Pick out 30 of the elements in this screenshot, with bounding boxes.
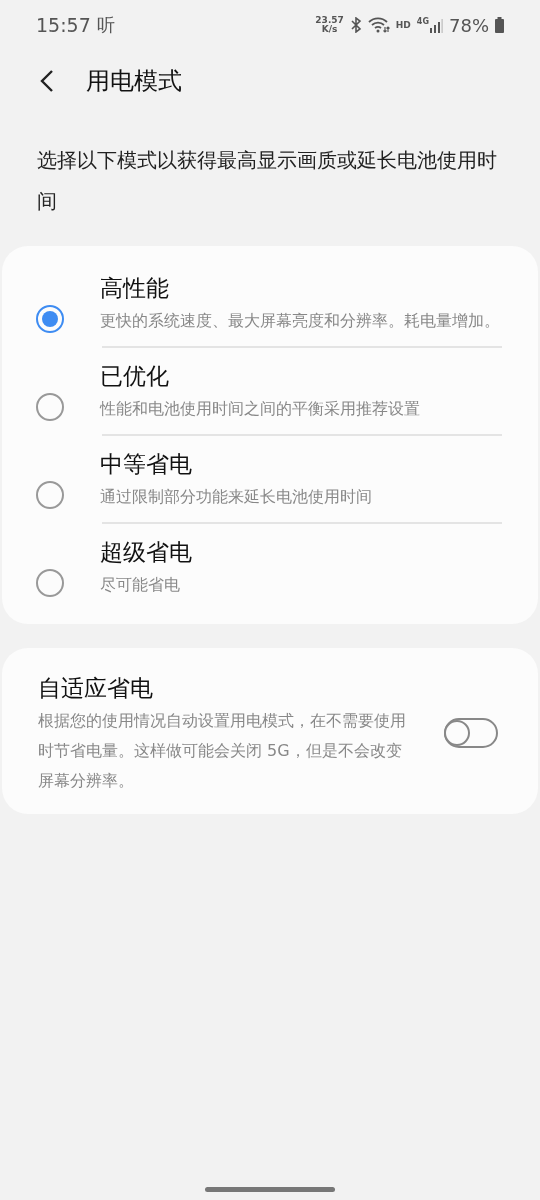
network-label: 4G: [416, 17, 429, 26]
setting-title[interactable]: 自适应省电: [38, 670, 414, 706]
mode-title[interactable]: 中等省电: [100, 446, 502, 482]
battery-percent: 78%: [449, 14, 489, 36]
mode-title[interactable]: 高性能: [100, 270, 502, 306]
radio-button[interactable]: [36, 393, 64, 421]
radio-button[interactable]: [36, 569, 64, 597]
hd-label: HD: [395, 20, 411, 30]
status-time: 15:57: [36, 14, 91, 36]
page-title: 用电模式: [86, 66, 182, 97]
description-text: 选择以下模式以获得最高显示画质或延长电池使用时间: [37, 147, 498, 215]
net-speed-unit: K/s: [321, 25, 338, 34]
toggle-switch[interactable]: [444, 718, 498, 748]
wifi-icon: [367, 17, 390, 33]
mode-description: 通过限制部分功能来延长电池使用时间: [100, 486, 373, 508]
back-icon[interactable]: [40, 69, 54, 93]
home-handle[interactable]: [205, 1187, 335, 1192]
radio-button[interactable]: [36, 305, 64, 333]
mode-title[interactable]: 超级省电: [100, 534, 502, 570]
mode-description: 性能和电池使用时间之间的平衡采用推荐设置: [100, 398, 421, 420]
setting-description: 根据您的使用情况自动设置用电模式，在不需要使用时节省电量。这样做可能会关闭 5G，但是不会改变屏幕分辨率。: [38, 710, 407, 792]
radio-button[interactable]: [36, 481, 64, 509]
mode-title[interactable]: 已优化: [100, 358, 502, 394]
bluetooth-icon: [349, 17, 362, 33]
notification-text: 听: [96, 13, 115, 37]
mode-description: 尽可能省电: [100, 574, 181, 596]
net-speed: 23.57: [315, 16, 344, 25]
mode-description: 更快的系统速度、最大屏幕亮度和分辨率。耗电量增加。: [100, 310, 501, 332]
battery-icon: [495, 17, 504, 33]
signal-icon: [429, 17, 443, 33]
